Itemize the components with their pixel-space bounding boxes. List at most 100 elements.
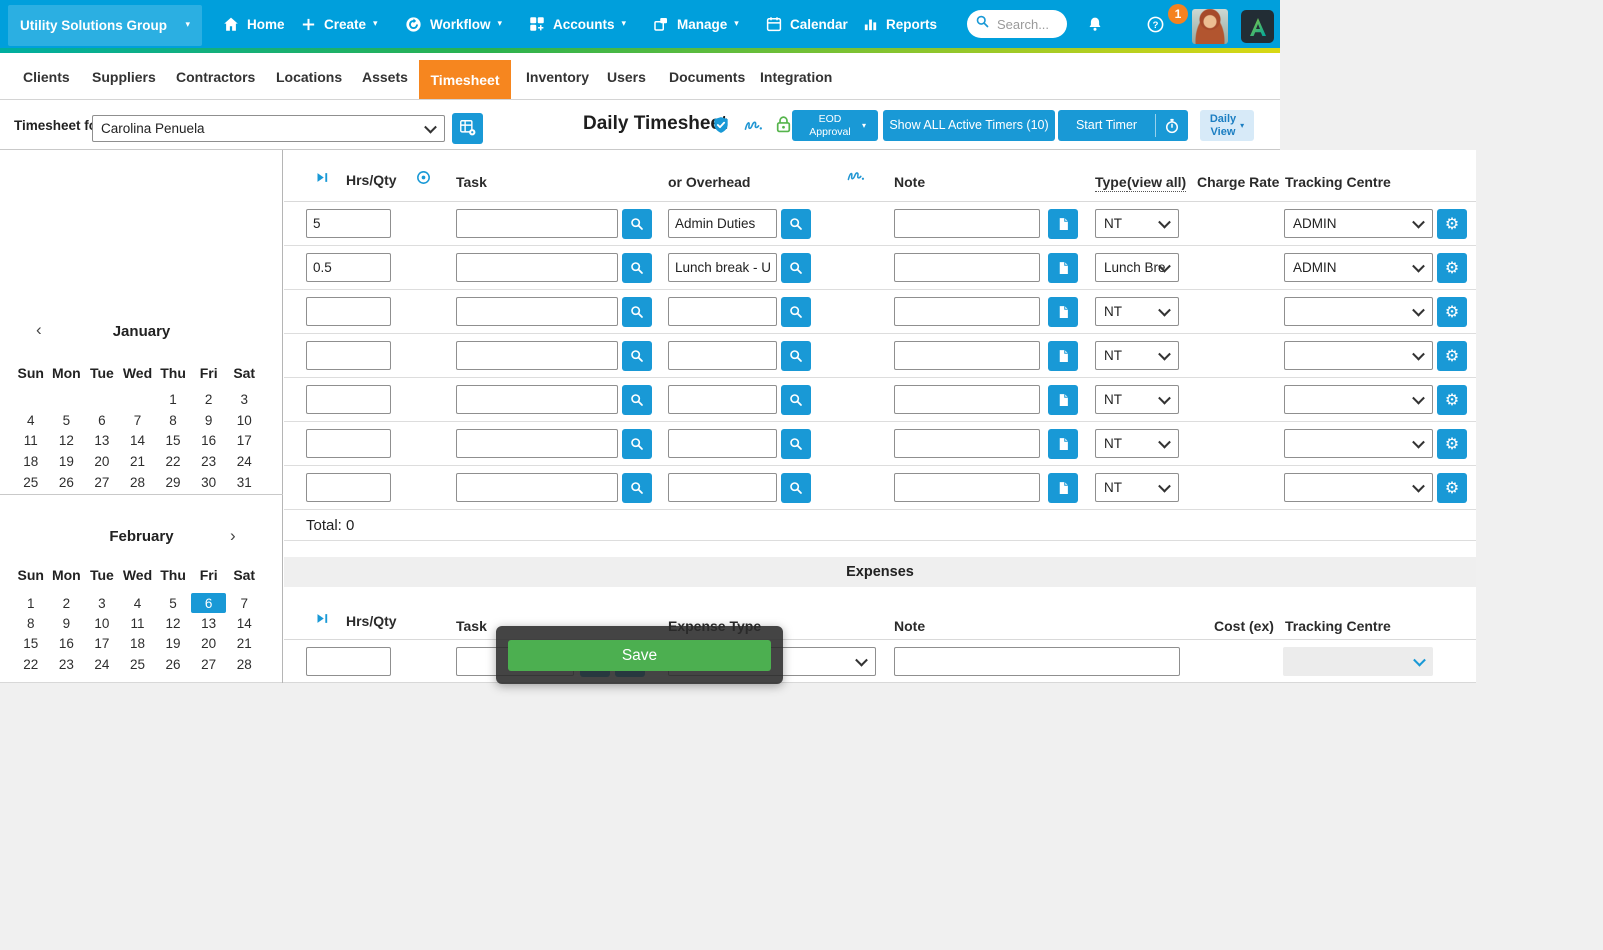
task-input[interactable] [456, 341, 618, 370]
tab-clients[interactable]: Clients [23, 69, 70, 85]
calendar-day[interactable]: 1 [13, 593, 49, 613]
calendar-day[interactable]: 7 [120, 410, 156, 431]
task-search-button[interactable] [622, 341, 652, 371]
notification-count-badge[interactable]: 1 [1168, 4, 1188, 24]
tracking-centre-select[interactable] [1284, 385, 1433, 414]
tracking-centre-select[interactable] [1284, 341, 1433, 370]
calendar-day[interactable]: 12 [49, 430, 85, 451]
nav-home[interactable]: Home [222, 0, 285, 48]
calendar-day[interactable]: 5 [49, 410, 85, 431]
tab-contractors[interactable]: Contractors [176, 69, 255, 85]
task-search-button[interactable] [622, 429, 652, 459]
calendar-day[interactable]: 10 [84, 613, 120, 633]
overhead-search-button[interactable] [781, 429, 811, 459]
calendar-day[interactable]: 17 [226, 430, 262, 451]
task-input[interactable] [456, 297, 618, 326]
note-button[interactable] [1048, 385, 1078, 415]
type-select[interactable]: NT [1095, 385, 1179, 414]
calendar-day[interactable]: 16 [191, 430, 227, 451]
tracking-centre-select[interactable] [1283, 647, 1433, 676]
note-field[interactable] [894, 253, 1040, 282]
note-button[interactable] [1048, 429, 1078, 459]
task-search-button[interactable] [622, 473, 652, 503]
hrs-input[interactable] [306, 473, 391, 502]
notifications-button[interactable] [1086, 0, 1104, 48]
tab-users[interactable]: Users [607, 69, 646, 85]
nav-workflow[interactable]: Workflow ▾ [404, 0, 502, 48]
view-all-link[interactable]: (view all) [1127, 174, 1186, 192]
note-button[interactable] [1048, 209, 1078, 239]
calendar-day[interactable]: 4 [13, 410, 49, 431]
nav-reports[interactable]: Reports [862, 0, 937, 48]
overhead-input[interactable] [668, 209, 777, 238]
calendar-day[interactable]: 11 [120, 613, 156, 633]
hrs-input[interactable] [306, 429, 391, 458]
org-selector[interactable]: Utility Solutions Group ▾ [8, 5, 202, 46]
task-input[interactable] [456, 429, 618, 458]
task-search-button[interactable] [622, 385, 652, 415]
calendar-day[interactable]: 24 [226, 451, 262, 472]
tracking-centre-select[interactable]: ADMIN [1284, 253, 1433, 282]
tab-inventory[interactable]: Inventory [526, 69, 589, 85]
overhead-search-button[interactable] [781, 385, 811, 415]
calendar-day[interactable]: 1 [155, 389, 191, 410]
calendar-day[interactable]: 14 [226, 613, 262, 633]
calendar-day[interactable]: 9 [49, 613, 85, 633]
tracking-centre-select[interactable]: ADMIN [1284, 209, 1433, 238]
calendar-day[interactable]: 11 [13, 430, 49, 451]
calendar-day[interactable]: 21 [226, 634, 262, 654]
overhead-input[interactable] [668, 473, 777, 502]
tab-locations[interactable]: Locations [276, 69, 342, 85]
calendar-day[interactable]: 26 [49, 472, 85, 493]
show-active-timers-button[interactable]: Show ALL Active Timers (10) [883, 110, 1055, 141]
note-field[interactable] [894, 473, 1040, 502]
hrs-input[interactable] [306, 647, 391, 676]
tab-timesheet[interactable]: Timesheet [419, 60, 511, 99]
note-button[interactable] [1048, 297, 1078, 327]
jump-to-icon[interactable] [315, 170, 330, 190]
view-mode-button[interactable]: DailyView ▾ [1200, 110, 1254, 141]
task-search-button[interactable] [622, 253, 652, 283]
tracking-centre-select[interactable] [1284, 297, 1433, 326]
calendar-day[interactable]: 13 [191, 613, 227, 633]
note-field[interactable] [894, 209, 1040, 238]
calendar-day[interactable]: 8 [13, 613, 49, 633]
calendar-day[interactable]: 28 [226, 654, 262, 674]
calendar-day[interactable]: 3 [226, 389, 262, 410]
calendar-day[interactable]: 5 [155, 593, 191, 613]
overhead-search-button[interactable] [781, 297, 811, 327]
note-input[interactable] [894, 647, 1180, 676]
calendar-day[interactable]: 13 [84, 430, 120, 451]
note-button[interactable] [1048, 341, 1078, 371]
calendar-day[interactable]: 21 [120, 451, 156, 472]
note-field[interactable] [894, 429, 1040, 458]
help-button[interactable]: ? [1146, 0, 1165, 48]
tab-assets[interactable]: Assets [362, 69, 408, 85]
calendar-day[interactable]: 23 [49, 654, 85, 674]
task-input[interactable] [456, 209, 618, 238]
signature-icon[interactable] [847, 169, 865, 188]
start-timer-button[interactable]: Start Timer [1058, 110, 1155, 141]
nav-accounts[interactable]: Accounts ▾ [528, 0, 626, 48]
hrs-input[interactable] [306, 341, 391, 370]
calendar-day[interactable]: 14 [120, 430, 156, 451]
calendar-day[interactable]: 27 [191, 654, 227, 674]
calendar-day[interactable]: 18 [13, 451, 49, 472]
calendar-day[interactable]: 4 [120, 593, 156, 613]
calendar-day[interactable]: 25 [120, 654, 156, 674]
type-select[interactable]: NT [1095, 209, 1179, 238]
tracking-centre-select[interactable] [1284, 473, 1433, 502]
note-button[interactable] [1048, 253, 1078, 283]
hrs-input[interactable] [306, 253, 391, 282]
save-button[interactable]: Save [508, 640, 771, 671]
overhead-input[interactable] [668, 297, 777, 326]
user-avatar[interactable] [1192, 9, 1228, 44]
calendar-day-selected[interactable]: 6 [191, 593, 227, 613]
tracking-centre-select[interactable] [1284, 429, 1433, 458]
overhead-search-button[interactable] [781, 253, 811, 283]
type-select[interactable]: NT [1095, 429, 1179, 458]
calendar-day[interactable]: 20 [84, 451, 120, 472]
calendar-day[interactable]: 29 [155, 472, 191, 493]
row-settings-button[interactable]: ⚙ [1437, 473, 1467, 503]
overhead-search-button[interactable] [781, 341, 811, 371]
